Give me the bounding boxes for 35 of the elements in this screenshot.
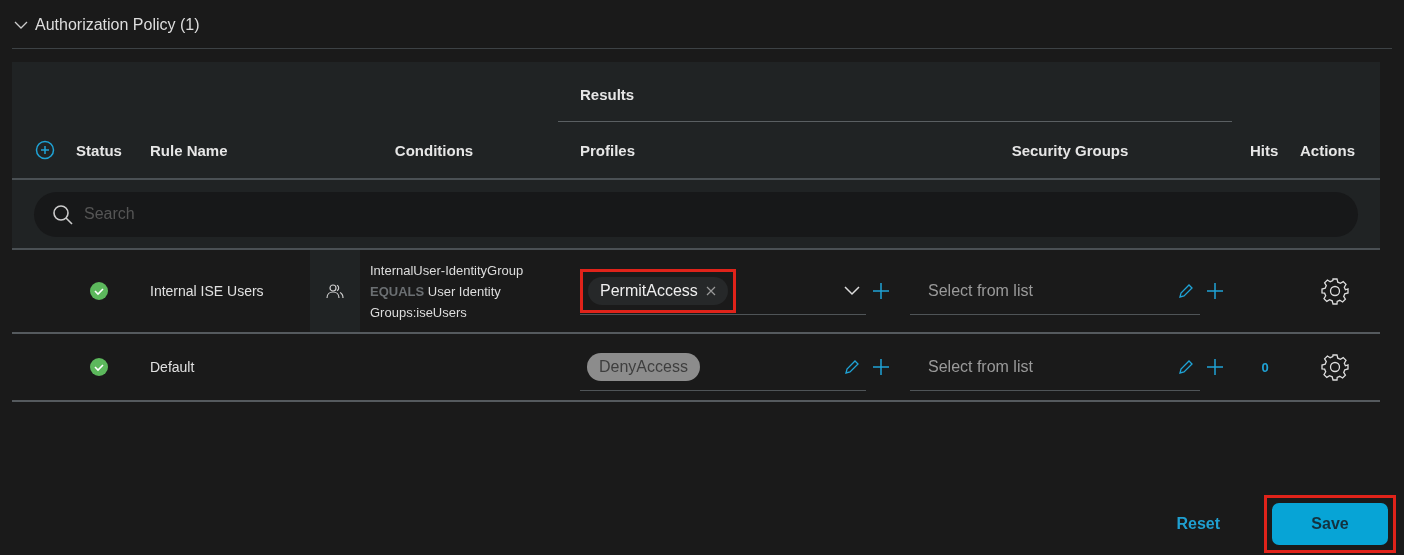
- profile-tag[interactable]: PermitAccess: [588, 276, 728, 305]
- pencil-icon[interactable]: [844, 358, 860, 375]
- pencil-icon[interactable]: [1178, 282, 1194, 299]
- search-icon: [52, 203, 74, 226]
- column-header: Rule Name: [150, 141, 228, 159]
- column-header: Conditions: [394, 141, 474, 159]
- save-button[interactable]: Save: [1272, 503, 1388, 545]
- reset-link[interactable]: Reset: [1176, 515, 1220, 533]
- plus-icon[interactable]: [1206, 282, 1224, 300]
- plus-icon[interactable]: [872, 358, 890, 376]
- plus-icon[interactable]: [872, 282, 890, 300]
- column-header: Actions: [1300, 141, 1355, 159]
- chevron-down-icon[interactable]: [844, 285, 860, 296]
- profile-tag[interactable]: DenyAccess: [587, 352, 700, 381]
- search-field[interactable]: Search: [34, 191, 1358, 237]
- column-header: Status: [76, 141, 122, 159]
- column-header: Security Groups: [1011, 141, 1129, 159]
- hit-count[interactable]: 0: [1261, 359, 1269, 375]
- settings-icon[interactable]: [1321, 353, 1349, 381]
- rule-name: Default: [150, 359, 195, 375]
- security-group-field[interactable]: Select from list: [926, 280, 1178, 301]
- security-group-field[interactable]: Select from list: [926, 356, 1178, 377]
- column-group-header: Results: [558, 86, 1232, 122]
- close-icon[interactable]: [705, 285, 716, 296]
- rule-name: Internal ISE Users: [150, 283, 264, 299]
- condition-text: InternalUser-IdentityGroup EQUALS User Identity Groups:iseUsers: [370, 261, 525, 322]
- add-icon[interactable]: [35, 140, 55, 160]
- column-header: Hits: [1250, 141, 1279, 159]
- plus-icon[interactable]: [1206, 358, 1224, 376]
- pencil-icon[interactable]: [1178, 358, 1194, 375]
- chevron-icon[interactable]: [14, 19, 28, 30]
- settings-icon[interactable]: [1321, 277, 1349, 305]
- users-icon: [326, 283, 344, 299]
- column-header: Profiles: [580, 141, 636, 159]
- section-title: Authorization Policy (1): [35, 15, 200, 34]
